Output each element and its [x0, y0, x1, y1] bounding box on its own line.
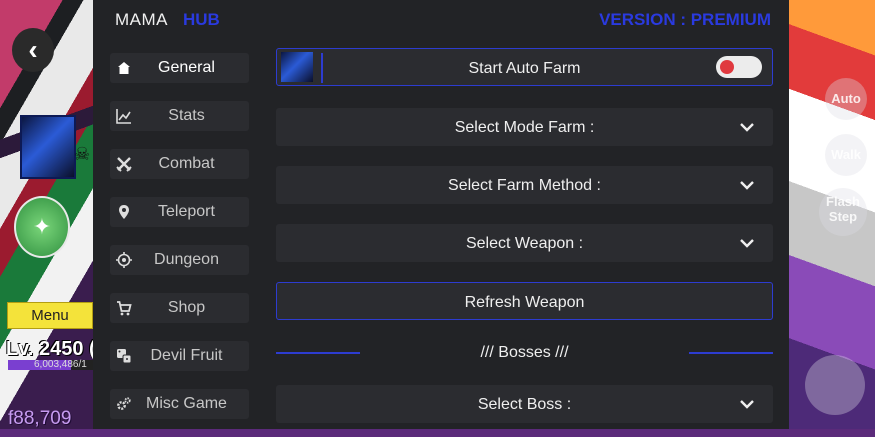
money-counter: f88,709: [8, 408, 72, 429]
button-label: Refresh Weapon: [464, 294, 585, 311]
xp-text: 6,003,486/1: [34, 359, 87, 370]
select-farm-method-dropdown[interactable]: Select Farm Method :: [276, 166, 773, 204]
sidebar-item-label: Dungeon: [154, 251, 219, 268]
sidebar-item-devil-fruit[interactable]: Devil Fruit: [110, 341, 249, 371]
auto-farm-row[interactable]: Start Auto Farm: [276, 48, 773, 86]
sidebar-item-combat[interactable]: Combat: [110, 149, 249, 179]
dropdown-label: Select Boss :: [477, 396, 572, 413]
sidebar-item-dungeon[interactable]: Dungeon: [110, 245, 249, 275]
select-weapon-dropdown[interactable]: Select Weapon :: [276, 224, 773, 262]
sidebar-item-shop[interactable]: Shop: [110, 293, 249, 323]
sidebar-item-teleport[interactable]: Teleport: [110, 197, 249, 227]
auto-button[interactable]: Auto: [825, 78, 867, 120]
sidebar: General Stats Combat Teleport Dungeon Sh…: [110, 53, 249, 437]
sidebar-item-label: General: [158, 59, 215, 76]
flash-step-button[interactable]: Flash Step: [819, 188, 867, 236]
chevron-down-icon: [740, 181, 754, 190]
jump-button[interactable]: [805, 355, 865, 415]
app-title: MAMA: [115, 10, 168, 29]
player-level: Lv. 2450 (: [6, 338, 96, 360]
chevron-down-icon: [740, 400, 754, 409]
auto-farm-label: Start Auto Farm: [468, 60, 581, 77]
hub-panel: MAMA HUB VERSION : PREMIUM General Stats…: [93, 0, 789, 429]
skull-icon: ☠: [74, 144, 91, 164]
refresh-weapon-button[interactable]: Refresh Weapon: [276, 282, 773, 320]
chevron-down-icon: [740, 239, 754, 248]
compass-icon[interactable]: ✦: [14, 196, 70, 258]
dropdown-label: Select Farm Method :: [448, 177, 601, 194]
sidebar-item-stats[interactable]: Stats: [110, 101, 249, 131]
sidebar-item-label: Shop: [167, 299, 206, 316]
dropdown-label: Select Weapon :: [465, 235, 584, 252]
chevron-down-icon: [740, 123, 754, 132]
sidebar-item-label: Devil Fruit: [150, 347, 223, 364]
sidebar-item-general[interactable]: General: [110, 53, 249, 83]
select-boss-dropdown[interactable]: Select Boss :: [276, 385, 773, 423]
section-line-right: [689, 352, 773, 354]
toggle-knob: [720, 60, 734, 74]
auto-farm-toggle[interactable]: [716, 56, 762, 78]
dropdown-label: Select Mode Farm :: [454, 119, 595, 136]
avatar[interactable]: [20, 115, 76, 179]
app-hub-label: HUB: [183, 10, 220, 29]
sidebar-item-misc-game[interactable]: Misc Game: [110, 389, 249, 419]
version-label: VERSION : PREMIUM: [599, 10, 771, 29]
back-arrow-icon[interactable]: ‹: [12, 28, 54, 72]
sidebar-item-label: Misc Game: [146, 395, 227, 412]
walk-button[interactable]: Walk: [825, 134, 867, 176]
sidebar-item-label: Stats: [168, 107, 205, 124]
sidebar-item-label: Combat: [158, 155, 215, 172]
select-mode-farm-dropdown[interactable]: Select Mode Farm :: [276, 108, 773, 146]
bosses-section-header: /// Bosses ///: [276, 338, 773, 368]
menu-button[interactable]: Menu: [7, 302, 93, 329]
sidebar-item-label: Teleport: [158, 203, 215, 220]
